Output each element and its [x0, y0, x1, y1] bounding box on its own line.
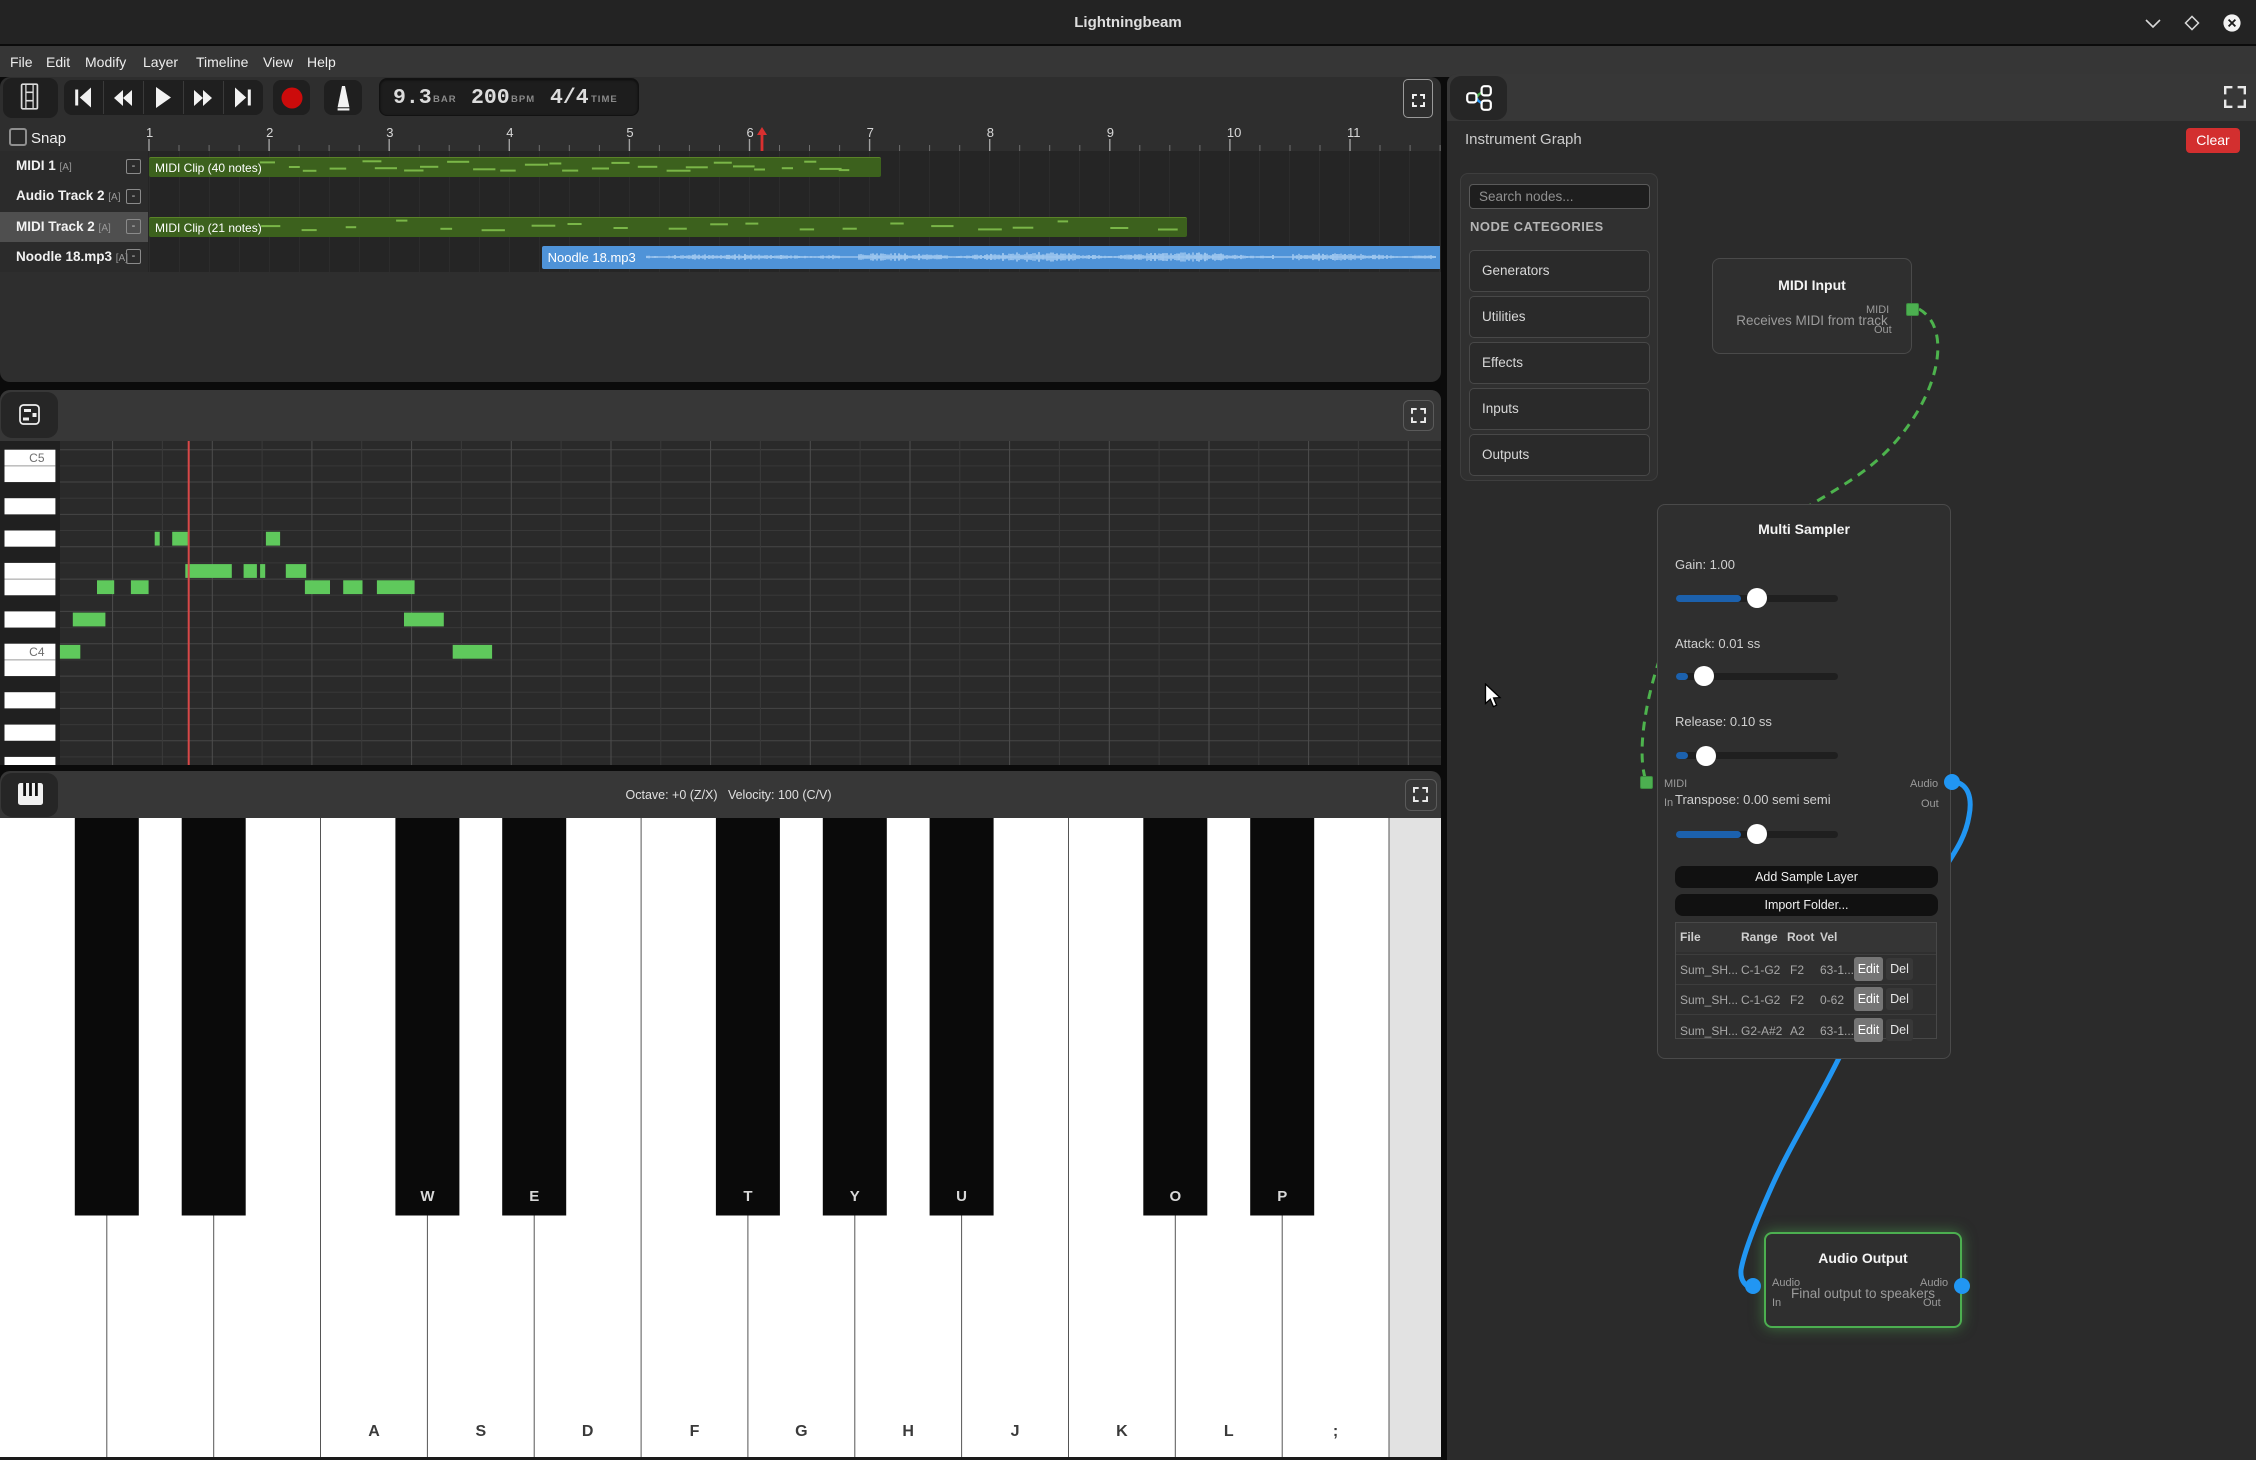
- svg-text:O: O: [1169, 1188, 1181, 1205]
- svg-text:1: 1: [146, 125, 153, 140]
- svg-text:K: K: [1116, 1423, 1128, 1440]
- svg-text:5: 5: [626, 125, 633, 140]
- svg-text:10: 10: [1227, 125, 1241, 140]
- svg-text:Y: Y: [850, 1188, 860, 1205]
- svg-text:E: E: [529, 1188, 539, 1205]
- svg-text:L: L: [1224, 1423, 1234, 1440]
- svg-text:T: T: [743, 1188, 752, 1205]
- svg-text:A: A: [368, 1423, 380, 1440]
- svg-text:4: 4: [506, 125, 513, 140]
- svg-text:2: 2: [266, 125, 273, 140]
- svg-text:9: 9: [1107, 125, 1114, 140]
- svg-text:C4: C4: [29, 645, 45, 659]
- svg-text:J: J: [1011, 1423, 1020, 1440]
- svg-text:H: H: [902, 1423, 914, 1440]
- svg-text:U: U: [956, 1188, 967, 1205]
- svg-text:W: W: [420, 1188, 435, 1205]
- svg-text:;: ;: [1333, 1423, 1338, 1440]
- svg-text:7: 7: [867, 125, 874, 140]
- svg-text:3: 3: [386, 125, 393, 140]
- svg-text:F: F: [690, 1423, 700, 1440]
- svg-text:P: P: [1277, 1188, 1287, 1205]
- svg-text:C5: C5: [29, 451, 45, 465]
- svg-text:S: S: [475, 1423, 486, 1440]
- svg-text:G: G: [795, 1423, 807, 1440]
- svg-text:6: 6: [747, 125, 754, 140]
- svg-text:8: 8: [987, 125, 994, 140]
- svg-text:11: 11: [1347, 125, 1361, 140]
- svg-text:D: D: [582, 1423, 594, 1440]
